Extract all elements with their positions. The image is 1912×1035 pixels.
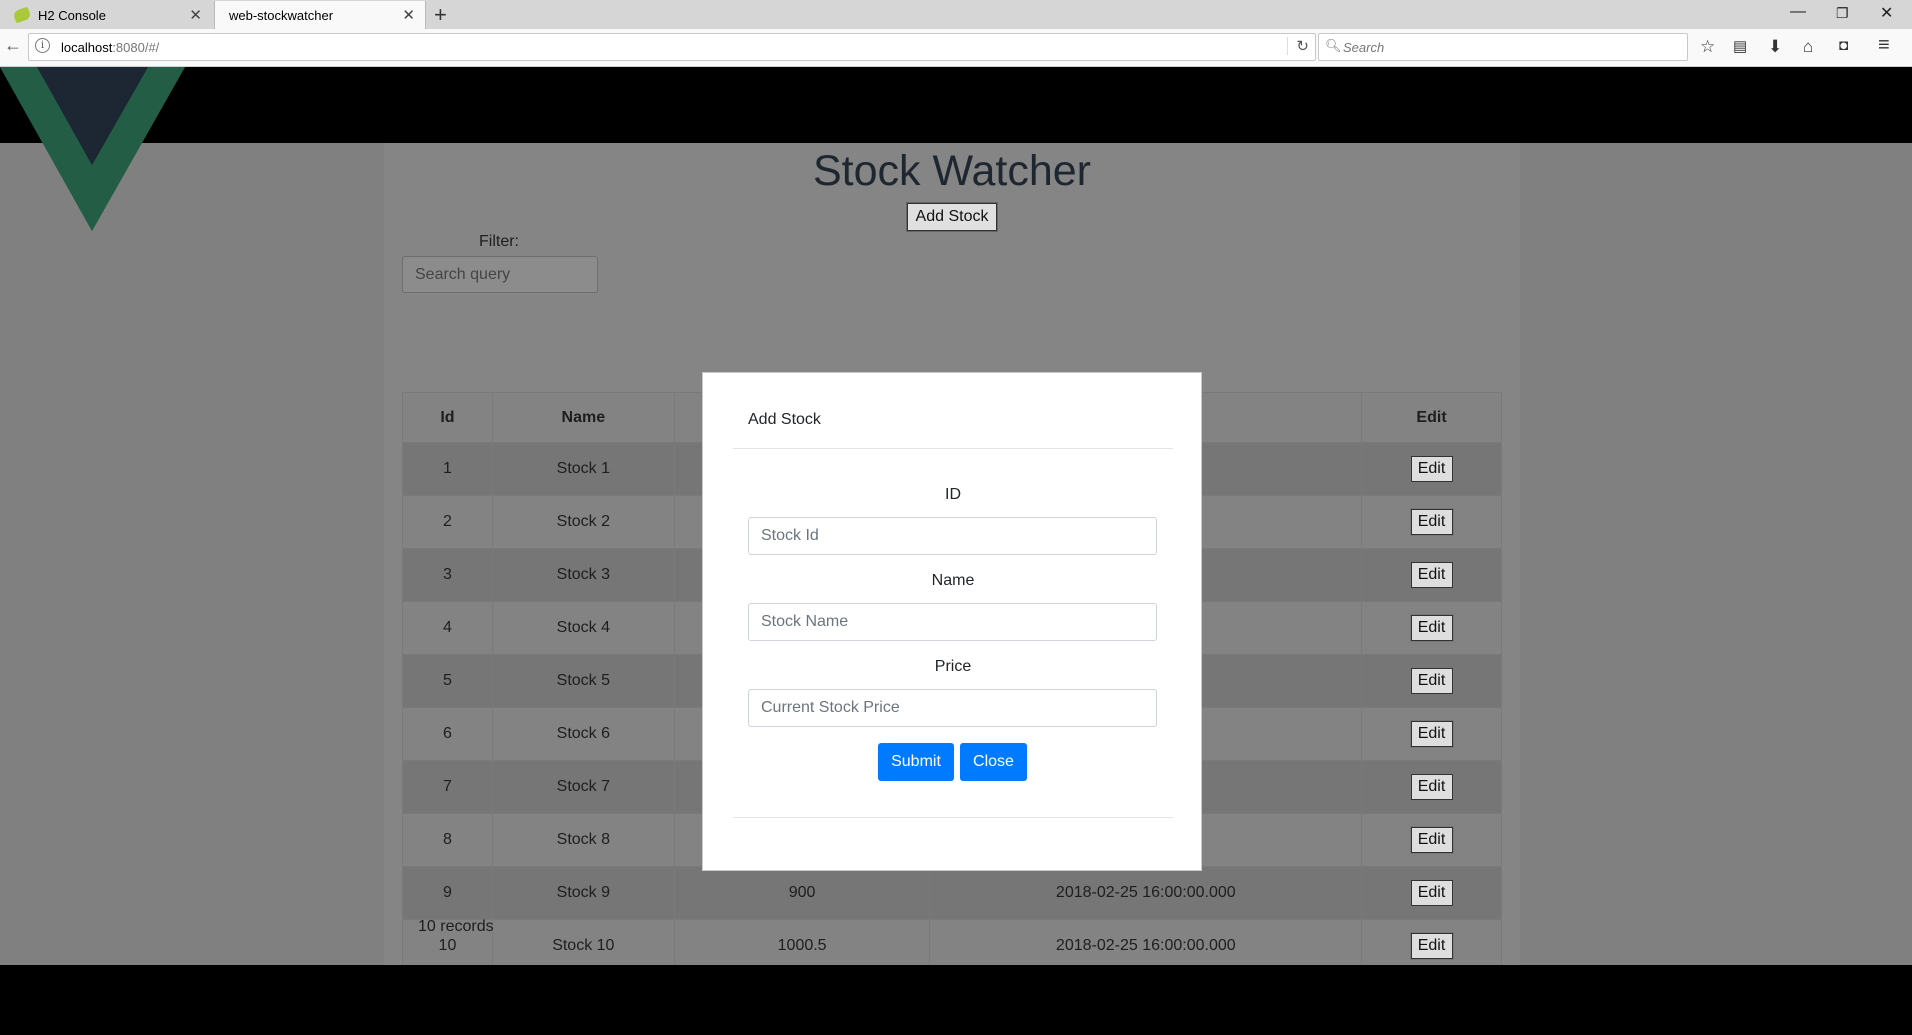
home-icon[interactable]: ⌂ — [1803, 37, 1813, 57]
h2-favicon-icon — [12, 6, 32, 24]
edit-cell: Edit — [1361, 707, 1502, 761]
edit-button[interactable]: Edit — [1409, 667, 1454, 695]
reload-icon[interactable]: ↻ — [1287, 37, 1309, 55]
edit-button[interactable]: Edit — [1409, 932, 1454, 960]
table-row: 10 Stock 10 1000.5 2018-02-25 16:00:00.000 E… — [402, 919, 1502, 965]
vue-logo-icon — [0, 67, 185, 231]
time-cell: 2018-02-25 16:00:00.000 — [929, 919, 1363, 965]
price-cell: 1000.5 — [673, 919, 931, 965]
name-cell: Stock 4 — [491, 601, 675, 655]
page-title: Stock Watcher — [813, 147, 1091, 195]
edit-button[interactable]: Edit — [1409, 826, 1454, 854]
id-cell: 9 — [402, 866, 493, 920]
browser-search-input[interactable]: 🔍︎ Search — [1318, 33, 1688, 61]
close-tab-icon[interactable]: ✕ — [189, 6, 202, 24]
name-cell: Stock 8 — [491, 813, 675, 867]
edit-button[interactable]: Edit — [1409, 508, 1454, 536]
records-count: 10 records — [418, 918, 494, 935]
filter-label: Filter: — [479, 233, 519, 250]
name-cell: Stock 6 — [491, 707, 675, 761]
add-stock-modal: Add Stock ID Stock Id Name Stock Name Pr… — [702, 372, 1202, 871]
minimize-icon[interactable]: — — [1790, 3, 1806, 21]
name-cell: Stock 9 — [491, 866, 675, 920]
name-label: Name — [931, 572, 975, 589]
edit-cell: Edit — [1361, 442, 1502, 496]
search-placeholder: Search — [1343, 40, 1385, 55]
time-cell: 2018-02-25 16:00:00.000 — [929, 866, 1363, 920]
id-cell: 5 — [402, 654, 493, 708]
name-cell: Stock 3 — [491, 548, 675, 602]
id-cell: 6 — [402, 707, 493, 761]
bookmark-star-icon[interactable]: ☆ — [1700, 37, 1715, 57]
price-cell: 900 — [673, 866, 931, 920]
name-cell: Stock 2 — [491, 495, 675, 549]
tab-label: web-stockwatcher — [229, 7, 334, 23]
back-arrow-icon[interactable]: ← — [4, 35, 22, 56]
id-cell: 4 — [402, 601, 493, 655]
download-icon[interactable]: ⬇ — [1768, 37, 1782, 57]
edit-cell: Edit — [1361, 548, 1502, 602]
stock-name-input[interactable]: Stock Name — [748, 603, 1157, 641]
stock-id-input[interactable]: Stock Id — [748, 517, 1157, 555]
edit-cell: Edit — [1361, 760, 1502, 814]
search-icon: 🔍︎ — [1325, 38, 1342, 53]
column-header-name: Name — [491, 392, 675, 443]
edit-button[interactable]: Edit — [1409, 773, 1454, 801]
edit-cell: Edit — [1361, 866, 1502, 920]
pocket-icon[interactable]: ◘ — [1839, 37, 1848, 54]
reading-list-icon[interactable]: ▤ — [1733, 37, 1747, 55]
name-cell: Stock 10 — [491, 919, 675, 965]
new-tab-icon[interactable]: + — [434, 2, 447, 28]
add-stock-button[interactable]: Add Stock — [906, 202, 998, 232]
id-cell: 3 — [402, 548, 493, 602]
modal-divider — [733, 817, 1173, 818]
modal-divider — [733, 448, 1173, 449]
tab-web-stockwatcher[interactable]: web-stockwatcher ✕ — [214, 1, 426, 29]
modal-title: Add Stock — [748, 411, 821, 428]
url-text: localhost:8080/#/ — [61, 40, 160, 55]
id-cell: 7 — [402, 760, 493, 814]
edit-button[interactable]: Edit — [1409, 561, 1454, 589]
column-header-edit: Edit — [1361, 392, 1502, 443]
name-cell: Stock 5 — [491, 654, 675, 708]
id-cell: 1 — [402, 442, 493, 496]
edit-cell: Edit — [1361, 601, 1502, 655]
edit-button[interactable]: Edit — [1409, 455, 1454, 483]
name-cell: Stock 7 — [491, 760, 675, 814]
id-label: ID — [945, 486, 961, 503]
tab-h2-console[interactable]: H2 Console ✕ — [0, 1, 212, 29]
info-icon[interactable]: i — [35, 38, 50, 53]
table-row: 9 Stock 9 900 2018-02-25 16:00:00.000 Edit — [402, 866, 1502, 920]
submit-button[interactable]: Submit — [878, 743, 954, 781]
close-button[interactable]: Close — [960, 743, 1027, 781]
column-header-id: Id — [402, 392, 493, 443]
edit-button[interactable]: Edit — [1409, 720, 1454, 748]
close-tab-icon[interactable]: ✕ — [402, 6, 415, 24]
menu-hamburger-icon[interactable]: ≡ — [1878, 34, 1890, 57]
stock-price-input[interactable]: Current Stock Price — [748, 689, 1157, 727]
filter-search-input[interactable]: Search query — [402, 256, 598, 293]
edit-cell: Edit — [1361, 495, 1502, 549]
browser-nav-bar: ← i localhost:8080/#/ ↻ 🔍︎ Search ☆ ▤ ⬇ … — [0, 29, 1912, 67]
app-header — [0, 67, 1912, 143]
restore-icon[interactable]: ❐ — [1836, 5, 1849, 22]
name-cell: Stock 1 — [491, 442, 675, 496]
edit-cell: Edit — [1361, 654, 1502, 708]
browser-tab-bar: H2 Console ✕ web-stockwatcher ✕ + — ❐ ✕ — [0, 0, 1912, 29]
page-viewport: Stock Watcher Add Stock Filter: Search q… — [0, 67, 1912, 965]
edit-cell: Edit — [1361, 813, 1502, 867]
price-label: Price — [934, 658, 972, 675]
url-bar[interactable]: i localhost:8080/#/ ↻ — [28, 33, 1316, 61]
edit-button[interactable]: Edit — [1409, 614, 1454, 642]
close-window-icon[interactable]: ✕ — [1880, 3, 1893, 23]
id-cell: 8 — [402, 813, 493, 867]
tab-label: H2 Console — [38, 7, 106, 23]
edit-button[interactable]: Edit — [1409, 879, 1454, 907]
edit-cell: Edit — [1361, 919, 1502, 965]
id-cell: 2 — [402, 495, 493, 549]
